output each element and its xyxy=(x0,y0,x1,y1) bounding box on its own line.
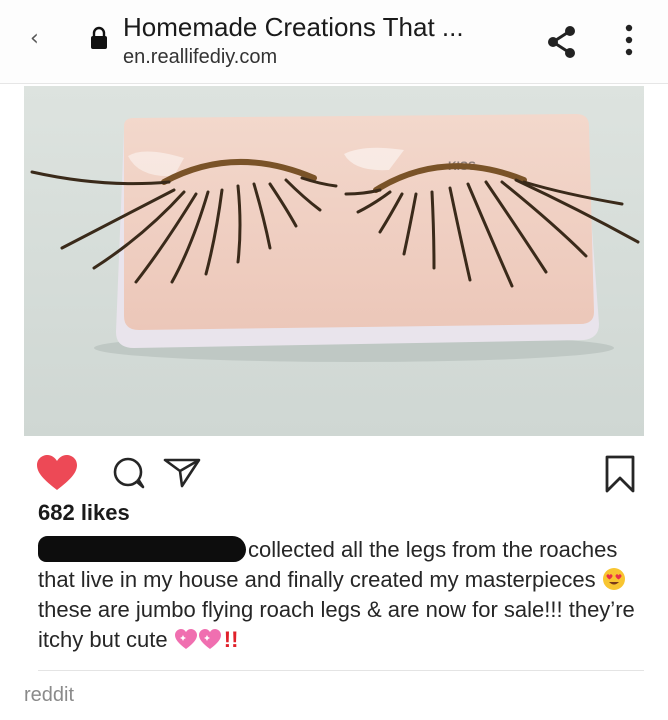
page-url[interactable]: en.reallifediy.com xyxy=(123,46,277,69)
back-chevron-icon[interactable]: ‹ xyxy=(30,26,50,54)
send-icon[interactable] xyxy=(163,457,201,489)
redacted-username xyxy=(38,536,246,562)
bookmark-icon[interactable] xyxy=(604,454,636,494)
eyelashes-photo: KISS xyxy=(24,86,644,436)
page-title: Homemade Creations That ... xyxy=(123,12,464,42)
lock-icon xyxy=(91,26,107,49)
comment-icon[interactable] xyxy=(112,456,146,490)
share-icon[interactable] xyxy=(544,24,580,60)
caption-double-exclamation: !! xyxy=(223,627,239,652)
post-actions xyxy=(0,440,668,504)
sparkling-hearts-emoji-icon xyxy=(174,629,221,649)
heart-icon[interactable] xyxy=(36,454,78,492)
post-photo: KISS xyxy=(24,86,644,436)
caption-text-b: these are jumbo flying roach legs & are … xyxy=(38,597,635,652)
browser-header: ‹ Homemade Creations That ... en.reallif… xyxy=(0,0,668,84)
more-vert-icon[interactable] xyxy=(618,22,640,58)
source-label: reddit xyxy=(24,684,75,706)
post-caption: collected all the legs from the roaches … xyxy=(38,535,648,655)
like-count[interactable]: 682 likes xyxy=(38,500,130,526)
caption-line1: collected all the legs from the xyxy=(248,537,533,562)
divider xyxy=(38,670,644,671)
heart-eyes-emoji-icon xyxy=(602,568,625,590)
